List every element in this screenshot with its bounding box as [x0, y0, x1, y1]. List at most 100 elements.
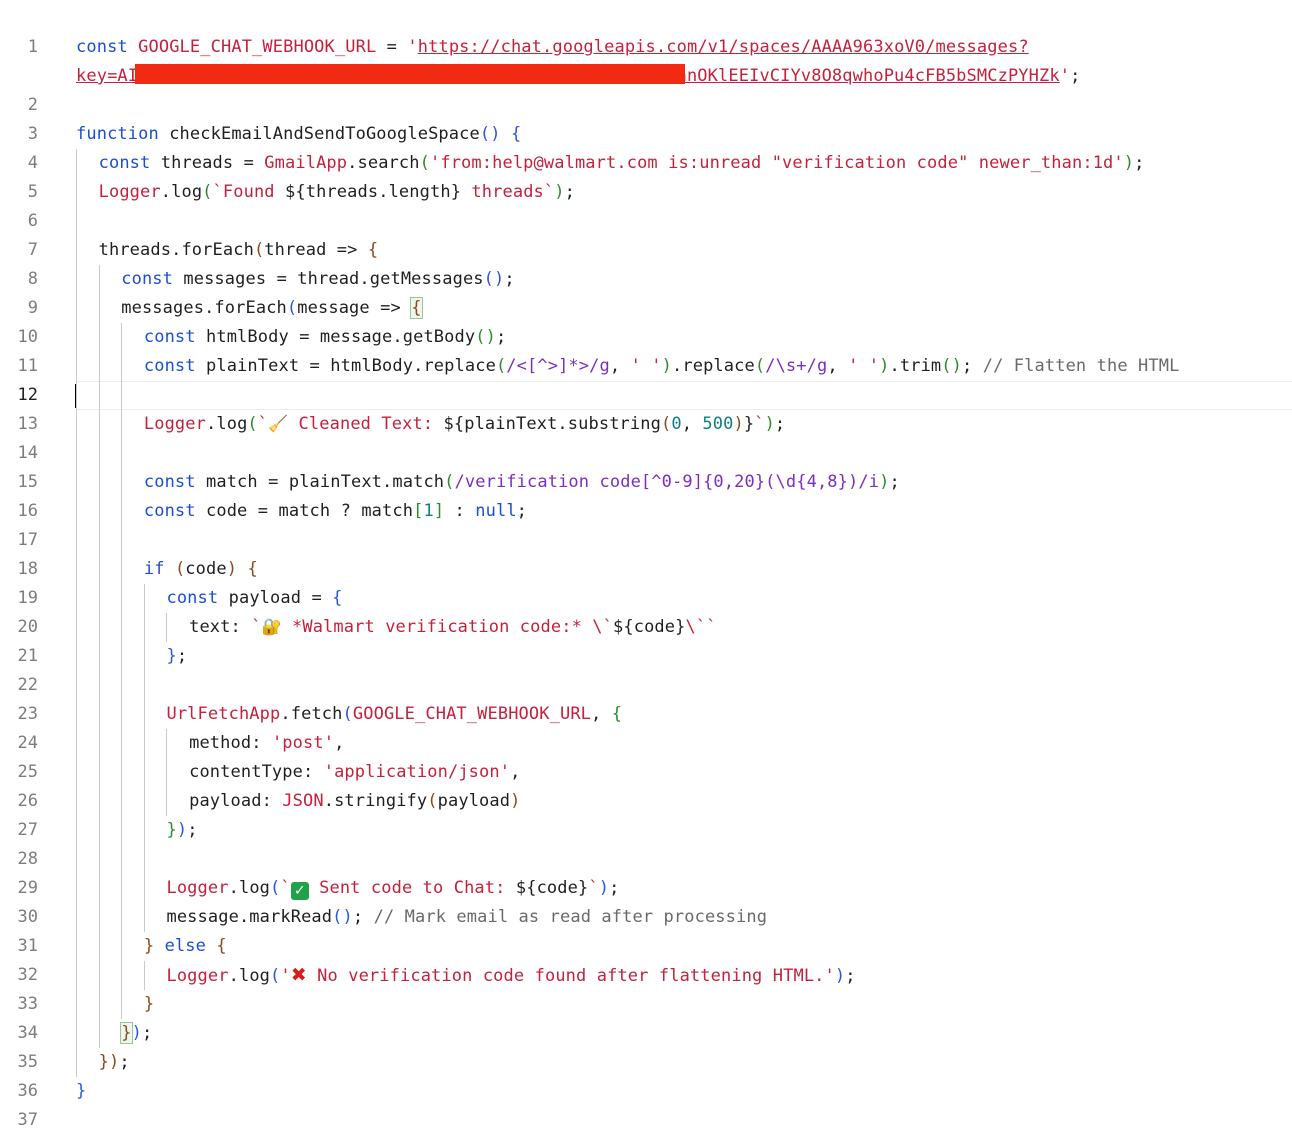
- code-line[interactable]: 22: [0, 671, 1292, 700]
- code-line[interactable]: 15 const match = plainText.match(/verific…: [0, 468, 1292, 497]
- code-token: .replace: [672, 356, 755, 376]
- code-line[interactable]: 36}: [0, 1077, 1292, 1106]
- code-token: .trim: [889, 356, 942, 376]
- code-line[interactable]: 18 if (code) {: [0, 555, 1292, 584]
- code-line[interactable]: 24 method: 'post',: [0, 729, 1292, 758]
- code-text: });: [166, 819, 197, 841]
- code-token: function: [76, 124, 159, 144]
- code-line[interactable]: 25 contentType: 'application/json',: [0, 758, 1292, 787]
- code-line[interactable]: 29 Logger.log(` ✓ Sent code to Chat: ${cod…: [0, 874, 1292, 903]
- indent-guide: [121, 381, 123, 410]
- code-line[interactable]: 7 threads.forEach(thread => {: [0, 236, 1292, 265]
- indent-guide: [143, 758, 145, 787]
- code-token: /\s+/g: [765, 356, 828, 376]
- code-token: ${code}: [613, 617, 686, 637]
- code-token: (: [270, 878, 281, 898]
- code-line[interactable]: 9 messages.forEach(message => {: [0, 294, 1292, 323]
- code-line[interactable]: 2: [0, 91, 1292, 120]
- code-token: (: [286, 298, 298, 318]
- code-line[interactable]: 10 const htmlBody = message.getBody();: [0, 323, 1292, 352]
- indent-guide: [76, 497, 77, 526]
- code-line[interactable]: 8 const messages = thread.getMessages();: [0, 265, 1292, 294]
- code-token: ;: [962, 356, 983, 376]
- code-line[interactable]: 1 const GOOGLE_CHAT_WEBHOOK_URL = 'https:…: [0, 33, 1292, 62]
- code-line[interactable]: 12: [0, 381, 1292, 410]
- indent-guide: [76, 961, 77, 990]
- indent-guide: [76, 149, 77, 178]
- code-text: Logger.log(` ✓ Sent code to Chat: ${code}…: [166, 877, 619, 900]
- code-line[interactable]: 19 const payload = {: [0, 584, 1292, 613]
- indent-guide: [121, 555, 123, 584]
- indent-guide: [143, 845, 145, 874]
- code-token: {: [332, 588, 343, 608]
- code-token: const: [143, 356, 196, 376]
- code-token: ): [879, 356, 890, 376]
- code-line[interactable]: 21};: [0, 642, 1292, 671]
- indent-guide: [166, 729, 168, 758]
- code-token: ): [1123, 153, 1135, 173]
- code-line[interactable]: 6: [0, 207, 1292, 236]
- code-line[interactable]: 16 const code = match ? match[1] : null;: [0, 497, 1292, 526]
- code-line[interactable]: 28: [0, 845, 1292, 874]
- code-token: ): [733, 414, 744, 434]
- code-line[interactable]: 14: [0, 439, 1292, 468]
- line-number: 3: [27, 124, 38, 144]
- code-token: const: [121, 269, 174, 289]
- line-number: 30: [17, 907, 38, 927]
- indent-guide: [98, 642, 100, 671]
- indent-guide: [76, 207, 77, 236]
- code-line[interactable]: 3 function checkEmailAndSendToGoogleSpace…: [0, 120, 1292, 149]
- code-line[interactable]: 27});: [0, 816, 1292, 845]
- check-mark-icon: ✓: [290, 882, 309, 900]
- code-line[interactable]: 35});: [0, 1048, 1292, 1077]
- code-line[interactable]: 4 const threads = GmailApp.search('from:h…: [0, 149, 1292, 178]
- indent-guide: [76, 787, 77, 816]
- line-number: 37: [17, 1110, 38, 1130]
- code-line[interactable]: 37: [0, 1106, 1292, 1135]
- code-line[interactable]: 20 text: `🔐 *Walmart verification code:* …: [0, 613, 1292, 642]
- code-token: ): [108, 1052, 120, 1072]
- code-line[interactable]: 13 Logger.log(`🧹 Cleaned Text: ${plainTex…: [0, 410, 1292, 439]
- code-editor[interactable]: 1 const GOOGLE_CHAT_WEBHOOK_URL = 'https:…: [0, 0, 1292, 1147]
- code-token: (): [483, 269, 505, 289]
- code-line[interactable]: 23 UrlFetchApp.fetch(GOOGLE_CHAT_WEBHOOK_…: [0, 700, 1292, 729]
- indent-guide: [76, 671, 77, 700]
- indent-guide: [76, 613, 77, 642]
- indent-guide: [76, 468, 77, 497]
- code-line[interactable]: 5 Logger.log(`Found ${threads.length} thr…: [0, 178, 1292, 207]
- code-token: `: [257, 414, 269, 434]
- code-line[interactable]: 26 payload: JSON.stringify(payload): [0, 787, 1292, 816]
- code-text: const payload = {: [166, 587, 342, 609]
- code-text: }: [76, 1080, 86, 1102]
- indent-guide: [76, 265, 77, 294]
- code-line[interactable]: 17: [0, 526, 1292, 555]
- line-number: 19: [17, 588, 38, 608]
- code-token: }: [743, 414, 755, 434]
- indent-guide: [76, 323, 77, 352]
- indent-guide: [98, 671, 100, 700]
- code-token: \``: [685, 617, 717, 637]
- indent-guide: [121, 642, 123, 671]
- indent-guide: [121, 787, 123, 816]
- code-token: {: [611, 704, 623, 724]
- line-number: 29: [17, 878, 38, 898]
- indent-guide: [121, 903, 123, 932]
- indent-guide: [121, 497, 123, 526]
- code-line[interactable]: 34});: [0, 1019, 1292, 1048]
- code-line[interactable]: 30 message.markRead(); // Mark email as r…: [0, 903, 1292, 932]
- code-token: ): [661, 356, 673, 376]
- indent-guide: [98, 526, 100, 555]
- code-token: ): [176, 820, 188, 840]
- indent-guide: [143, 642, 145, 671]
- code-line[interactable]: 11 const plainText = htmlBody.replace(/<[…: [0, 352, 1292, 381]
- code-line[interactable]: 31} else {: [0, 932, 1292, 961]
- line-number: 23: [17, 704, 38, 724]
- code-token: (: [174, 559, 186, 579]
- code-token: ,: [827, 356, 849, 376]
- code-token: const: [98, 153, 151, 173]
- indent-guide: [76, 555, 77, 584]
- code-token: `Found: [212, 182, 286, 202]
- code-token: code = match ? match: [195, 501, 414, 521]
- code-line[interactable]: 33}: [0, 990, 1292, 1019]
- code-line[interactable]: 32 Logger.log('✖ No verification code fou…: [0, 961, 1292, 990]
